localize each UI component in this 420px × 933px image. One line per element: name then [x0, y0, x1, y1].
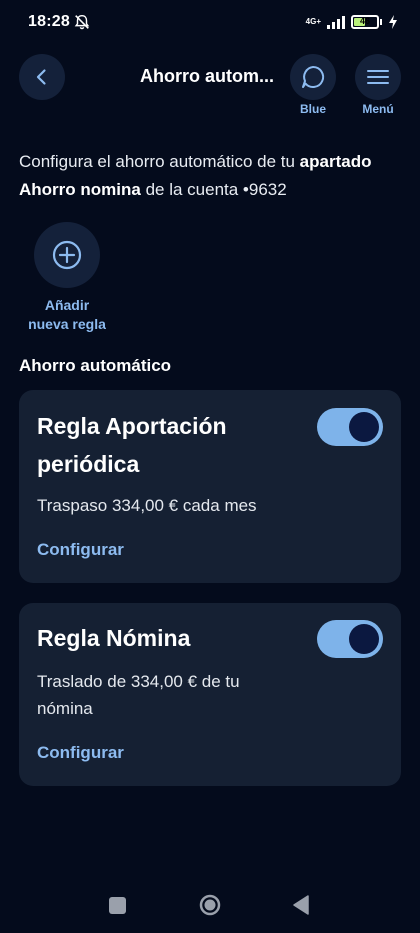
- rule-card-nomina: Regla Nómina Traslado de 334,00 € de tu …: [19, 603, 401, 786]
- network-label: 4G+: [305, 17, 321, 26]
- intro-text: Configura el ahorro automático de tu apa…: [19, 148, 404, 204]
- add-rule-label[interactable]: Añadir nueva regla: [14, 296, 120, 334]
- status-bar: 18:28 4G+ 46: [0, 0, 420, 44]
- home-icon[interactable]: [199, 894, 221, 916]
- page-title: Ahorro autom...: [140, 66, 274, 86]
- blue-label[interactable]: Blue: [283, 102, 343, 116]
- rule-toggle[interactable]: [317, 408, 383, 446]
- notifications-muted-icon: [74, 14, 90, 30]
- signal-icon: [327, 15, 345, 29]
- menu-label[interactable]: Menú: [348, 102, 408, 116]
- intro-text-end: de la cuenta •9632: [140, 180, 287, 199]
- add-rule-label-line2: nueva regla: [28, 316, 106, 332]
- back-triangle-icon[interactable]: [292, 895, 310, 915]
- status-indicators: 4G+ 46: [306, 12, 398, 32]
- system-nav-bar: [0, 880, 420, 933]
- rule-title: Regla Aportación periódica: [37, 413, 227, 477]
- section-title: Ahorro automático: [19, 356, 172, 375]
- plus-circle-icon: [52, 240, 82, 270]
- blue-assistant-button[interactable]: [290, 54, 336, 100]
- rule-description: Traslado de 334,00 € de tu nómina: [37, 672, 240, 718]
- configure-link[interactable]: Configurar: [37, 743, 124, 763]
- toggle-knob: [349, 412, 379, 442]
- add-rule-button[interactable]: [34, 222, 100, 288]
- battery-icon: 46: [351, 15, 379, 29]
- add-rule-label-line1: Añadir: [44, 297, 90, 313]
- status-time: 18:28: [28, 13, 70, 30]
- rule-title: Regla Nómina: [37, 625, 191, 651]
- back-button[interactable]: [19, 54, 65, 100]
- configure-link[interactable]: Configurar: [37, 540, 124, 560]
- battery-level: 46: [359, 16, 370, 26]
- battery-tip: [380, 19, 382, 25]
- rule-toggle[interactable]: [317, 620, 383, 658]
- recent-apps-icon[interactable]: [109, 897, 126, 914]
- network-type: 4G+: [306, 18, 321, 26]
- toggle-knob: [349, 624, 379, 654]
- intro-text-start: Configura el ahorro automático de tu: [19, 152, 300, 171]
- chevron-left-icon: [36, 69, 46, 85]
- hamburger-menu-icon: [367, 70, 389, 84]
- rule-card-aportacion: Regla Aportación periódica Traspaso 334,…: [19, 390, 401, 583]
- menu-button[interactable]: [355, 54, 401, 100]
- rule-description: Traspaso 334,00 € cada mes: [37, 496, 257, 515]
- chat-bubble-icon: [302, 65, 325, 88]
- charging-icon: [389, 15, 397, 29]
